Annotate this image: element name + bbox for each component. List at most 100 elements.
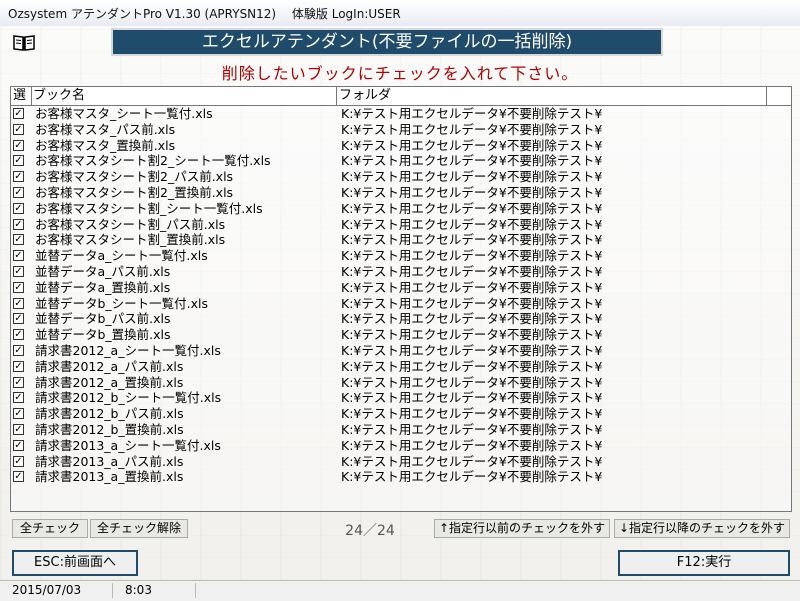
table-row[interactable]: ✓ お客様マスタシート割2_パス前.xls K:¥テスト用エクセルデータ¥不要削除テ…: [11, 169, 791, 185]
row-checkbox[interactable]: ✓: [13, 392, 24, 404]
uncheck-before-button[interactable]: ↑指定行以前のチェックを外す: [434, 519, 610, 538]
table-row[interactable]: ✓ 並替データb_置換前.xls K:¥テスト用エクセルデータ¥不要削除テスト¥: [11, 327, 791, 343]
table-row[interactable]: ✓ 請求書2012_b_パス前.xls K:¥テスト用エクセルデータ¥不要削除テスト…: [11, 406, 791, 422]
book-name: お客様マスタシート割_置換前.xls: [35, 232, 226, 248]
row-checkbox[interactable]: ✓: [13, 439, 24, 451]
folder-path: K:¥テスト用エクセルデータ¥不要削除テスト¥: [341, 106, 603, 121]
folder-path: K:¥テスト用エクセルデータ¥不要削除テスト¥: [341, 421, 603, 437]
row-checkbox[interactable]: ✓: [13, 234, 24, 246]
book-name: お客様マスタ_置換前.xls: [35, 137, 176, 153]
table-row[interactable]: ✓ 並替データb_パス前.xls K:¥テスト用エクセルデータ¥不要削除テスト¥: [11, 311, 791, 327]
row-checkbox[interactable]: ✓: [13, 329, 24, 341]
book-name: お客様マスタシート割2_置換前.xls: [35, 184, 234, 200]
book-name: 請求書2012_b_シート一覧付.xls: [35, 390, 222, 406]
folder-path: K:¥テスト用エクセルデータ¥不要削除テスト¥: [341, 248, 603, 264]
table-row[interactable]: ✓ 請求書2012_a_シート一覧付.xls K:¥テスト用エクセルデータ¥不要削除…: [11, 343, 791, 359]
folder-path: K:¥テスト用エクセルデータ¥不要削除テスト¥: [341, 327, 603, 343]
row-checkbox[interactable]: ✓: [13, 139, 24, 151]
table-row[interactable]: ✓ 請求書2013_a_シート一覧付.xls K:¥テスト用エクセルデータ¥不要削除…: [11, 438, 791, 454]
row-checkbox[interactable]: ✓: [13, 360, 24, 372]
row-checkbox[interactable]: ✓: [13, 344, 24, 356]
row-checkbox[interactable]: ✓: [13, 313, 24, 325]
book-grid[interactable]: 選 ブック名 フォルダ ✓ お客様マスタ_シート一覧付.xls K:¥テスト用エクセ…: [10, 86, 792, 512]
folder-path: K:¥テスト用エクセルデータ¥不要削除テスト¥: [341, 390, 603, 406]
row-checkbox[interactable]: ✓: [13, 218, 24, 230]
grid-header: 選 ブック名 フォルダ: [11, 87, 791, 106]
table-row[interactable]: ✓ 請求書2012_b_置換前.xls K:¥テスト用エクセルデータ¥不要削除テスト…: [11, 422, 791, 438]
column-header-select[interactable]: 選: [13, 88, 31, 104]
page-title-banner: エクセルアテンダント(不要ファイルの一括削除): [111, 28, 663, 56]
table-row[interactable]: ✓ お客様マスタシート割_シート一覧付.xls K:¥テスト用エクセルデータ¥不要削…: [11, 201, 791, 217]
table-row[interactable]: ✓ お客様マスタシート割_パス前.xls K:¥テスト用エクセルデータ¥不要削除テス…: [11, 217, 791, 233]
folder-path: K:¥テスト用エクセルデータ¥不要削除テスト¥: [341, 295, 603, 311]
folder-path: K:¥テスト用エクセルデータ¥不要削除テスト¥: [341, 453, 603, 469]
table-row[interactable]: ✓ 請求書2012_a_置換前.xls K:¥テスト用エクセルデータ¥不要削除テスト…: [11, 375, 791, 391]
table-row[interactable]: ✓ 請求書2012_a_パス前.xls K:¥テスト用エクセルデータ¥不要削除テスト…: [11, 359, 791, 375]
row-checkbox[interactable]: ✓: [13, 171, 24, 183]
folder-path: K:¥テスト用エクセルデータ¥不要削除テスト¥: [341, 169, 603, 185]
folder-path: K:¥テスト用エクセルデータ¥不要削除テスト¥: [341, 406, 603, 422]
table-row[interactable]: ✓ 並替データa_シート一覧付.xls K:¥テスト用エクセルデータ¥不要削除テスト…: [11, 248, 791, 264]
row-counter: 24／24: [345, 523, 395, 539]
check-all-button[interactable]: 全チェック: [12, 519, 88, 538]
table-row[interactable]: ✓ 並替データa_置換前.xls K:¥テスト用エクセルデータ¥不要削除テスト¥: [11, 280, 791, 296]
row-checkbox[interactable]: ✓: [13, 455, 24, 467]
column-header-folder[interactable]: フォルダ: [339, 88, 391, 104]
folder-path: K:¥テスト用エクセルデータ¥不要削除テスト¥: [341, 279, 603, 295]
table-row[interactable]: ✓ 請求書2013_a_置換前.xls K:¥テスト用エクセルデータ¥不要削除テスト…: [11, 469, 791, 485]
book-name: 請求書2012_b_置換前.xls: [35, 421, 184, 437]
folder-path: K:¥テスト用エクセルデータ¥不要削除テスト¥: [341, 263, 603, 279]
row-checkbox[interactable]: ✓: [13, 471, 24, 483]
status-bar: 2015/07/03 8:03: [0, 580, 800, 601]
row-checkbox[interactable]: ✓: [13, 202, 24, 214]
table-row[interactable]: ✓ 請求書2012_b_シート一覧付.xls K:¥テスト用エクセルデータ¥不要削除…: [11, 390, 791, 406]
table-row[interactable]: ✓ お客様マスタ_シート一覧付.xls K:¥テスト用エクセルデータ¥不要削除テスト…: [11, 106, 791, 122]
book-name: 並替データa_パス前.xls: [35, 263, 171, 279]
window-title: Ozsystem アテンダントPro V1.30 (APRYSN12) 体験版 …: [8, 7, 401, 21]
folder-path: K:¥テスト用エクセルデータ¥不要削除テスト¥: [341, 184, 603, 200]
book-name: 請求書2013_a_置換前.xls: [35, 469, 184, 485]
title-bar: Ozsystem アテンダントPro V1.30 (APRYSN12) 体験版 …: [0, 0, 800, 27]
status-time: 8:03: [113, 583, 196, 598]
book-name: 請求書2012_a_置換前.xls: [35, 374, 184, 390]
row-checkbox[interactable]: ✓: [13, 155, 24, 167]
folder-path: K:¥テスト用エクセルデータ¥不要削除テスト¥: [341, 216, 603, 232]
book-name: お客様マスタシート割2_シート一覧付.xls: [35, 153, 271, 169]
folder-path: K:¥テスト用エクセルデータ¥不要削除テスト¥: [341, 374, 603, 390]
uncheck-after-button[interactable]: ↓指定行以降のチェックを外す: [614, 519, 790, 538]
row-checkbox[interactable]: ✓: [13, 265, 24, 277]
book-name: 並替データb_シート一覧付.xls: [35, 295, 209, 311]
table-row[interactable]: ✓ お客様マスタ_パス前.xls K:¥テスト用エクセルデータ¥不要削除テスト¥: [11, 122, 791, 138]
row-checkbox[interactable]: ✓: [13, 123, 24, 135]
folder-path: K:¥テスト用エクセルデータ¥不要削除テスト¥: [341, 342, 603, 358]
table-row[interactable]: ✓ お客様マスタ_置換前.xls K:¥テスト用エクセルデータ¥不要削除テスト¥: [11, 138, 791, 154]
row-checkbox[interactable]: ✓: [13, 408, 24, 420]
book-name: 請求書2013_a_パス前.xls: [35, 453, 184, 469]
table-row[interactable]: ✓ お客様マスタシート割2_シート一覧付.xls K:¥テスト用エクセルデータ¥不要…: [11, 153, 791, 169]
table-row[interactable]: ✓ 並替データa_パス前.xls K:¥テスト用エクセルデータ¥不要削除テスト¥: [11, 264, 791, 280]
column-header-book[interactable]: ブック名: [33, 88, 85, 104]
row-checkbox[interactable]: ✓: [13, 376, 24, 388]
back-button[interactable]: ESC:前画面へ: [12, 550, 138, 576]
row-checkbox[interactable]: ✓: [13, 297, 24, 309]
folder-path: K:¥テスト用エクセルデータ¥不要削除テスト¥: [341, 311, 603, 327]
row-checkbox[interactable]: ✓: [13, 186, 24, 198]
book-name: お客様マスタシート割_シート一覧付.xls: [35, 200, 263, 216]
execute-button[interactable]: F12:実行: [618, 550, 790, 576]
uncheck-all-button[interactable]: 全チェック解除: [90, 519, 188, 538]
status-date: 2015/07/03: [0, 583, 113, 598]
row-checkbox[interactable]: ✓: [13, 423, 24, 435]
row-checkbox[interactable]: ✓: [13, 108, 24, 119]
book-icon: [13, 35, 35, 51]
book-name: 並替データb_置換前.xls: [35, 327, 171, 343]
grid-rows: ✓ お客様マスタ_シート一覧付.xls K:¥テスト用エクセルデータ¥不要削除テスト…: [11, 106, 791, 485]
table-row[interactable]: ✓ 並替データb_シート一覧付.xls K:¥テスト用エクセルデータ¥不要削除テスト…: [11, 296, 791, 312]
book-name: お客様マスタシート割2_パス前.xls: [35, 169, 234, 185]
book-name: 並替データa_置換前.xls: [35, 279, 171, 295]
row-checkbox[interactable]: ✓: [13, 250, 24, 262]
table-row[interactable]: ✓ お客様マスタシート割2_置換前.xls K:¥テスト用エクセルデータ¥不要削除テ…: [11, 185, 791, 201]
row-checkbox[interactable]: ✓: [13, 281, 24, 293]
table-row[interactable]: ✓ お客様マスタシート割_置換前.xls K:¥テスト用エクセルデータ¥不要削除テス…: [11, 232, 791, 248]
book-name: 請求書2012_b_パス前.xls: [35, 406, 184, 422]
table-row[interactable]: ✓ 請求書2013_a_パス前.xls K:¥テスト用エクセルデータ¥不要削除テスト…: [11, 454, 791, 470]
